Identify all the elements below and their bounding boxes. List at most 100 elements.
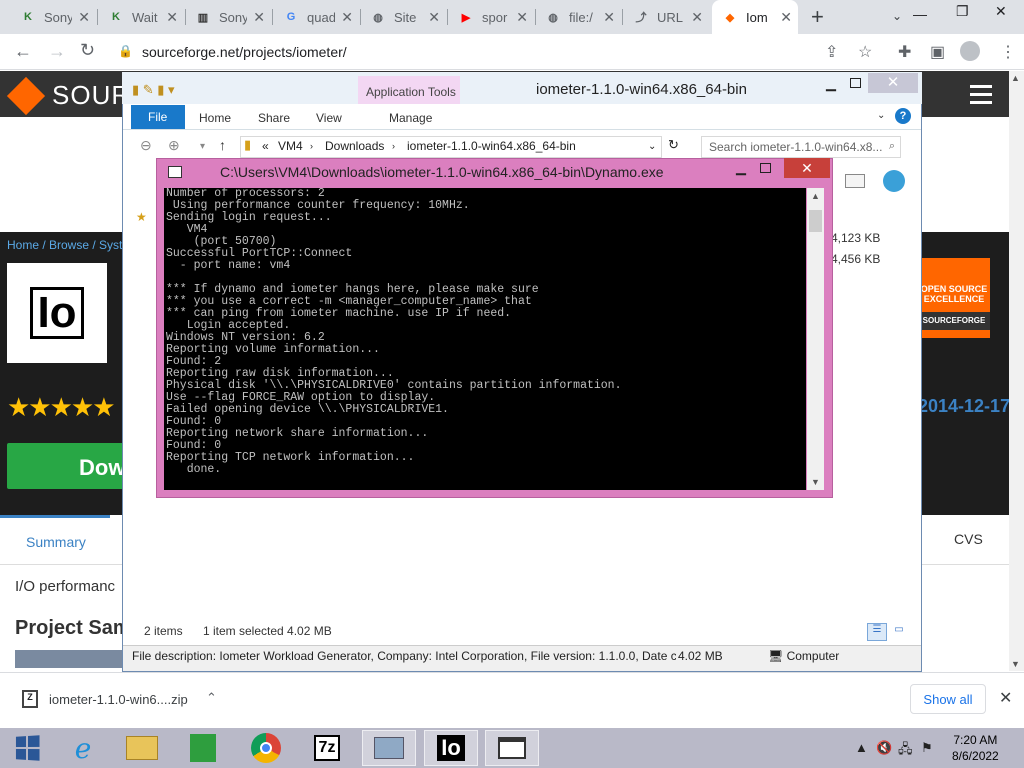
taskbar-console[interactable] — [485, 730, 539, 766]
minimize-icon[interactable]: — — [913, 6, 927, 36]
explorer-search-input[interactable]: Search iometer-1.1.0-win64.x8... ⌕ — [701, 136, 901, 158]
start-button[interactable] — [0, 730, 54, 766]
close-tab-icon[interactable]: ✕ — [691, 9, 703, 26]
globe-icon[interactable] — [883, 170, 905, 192]
browser-tab[interactable]: ◍ file:/ ✕ — [535, 0, 621, 34]
page-scrollbar[interactable]: ▲ ▼ — [1009, 71, 1024, 671]
application-tools-tab[interactable]: Application Tools — [358, 76, 460, 104]
close-tab-icon[interactable]: ✕ — [78, 9, 90, 26]
close-tab-icon[interactable]: ✕ — [166, 9, 178, 26]
console-scroll-down-icon[interactable]: ▼ — [811, 477, 820, 487]
taskbar-iometer[interactable]: Io — [424, 730, 478, 766]
share-icon[interactable]: ⇪ — [825, 42, 838, 62]
browser-tab[interactable]: Gquad ✕ — [273, 0, 359, 34]
ribbon-tab-manage[interactable]: Manage — [389, 111, 432, 125]
crumb-separator-icon[interactable]: › — [392, 141, 395, 151]
explorer-refresh-icon[interactable]: ↻ — [668, 137, 679, 153]
browser-tab[interactable]: ▥ Sony ✕ — [185, 0, 271, 34]
address-crumb-iometer[interactable]: iometer-1.1.0-win64.x86_64-bin — [407, 139, 576, 153]
tab-cvs[interactable]: CVS — [954, 531, 983, 547]
download-file-name[interactable]: iometer-1.1.0-win6....zip — [49, 692, 188, 707]
taskbar-store[interactable] — [176, 730, 230, 766]
browser-tab[interactable]: K Sony ✕ — [10, 0, 96, 34]
details-view-icon[interactable]: ☰ — [867, 623, 887, 641]
ribbon-collapse-icon[interactable]: ⌄ — [877, 110, 885, 121]
close-tab-icon[interactable]: ✕ — [603, 9, 615, 26]
address-dropdown-icon[interactable]: ⌄ — [648, 141, 656, 152]
tab-search-icon[interactable]: ⌄ — [892, 9, 902, 23]
ribbon-tab-view[interactable]: View — [316, 111, 342, 125]
console-scroll-thumb[interactable] — [809, 210, 822, 232]
chrome-menu-icon[interactable]: ⋮ — [1000, 42, 1016, 62]
ribbon-tab-home[interactable]: Home — [199, 111, 231, 125]
browser-tab[interactable]: ◆ Iom ✕ — [712, 0, 798, 34]
crumb-separator-icon[interactable]: › — [310, 141, 313, 151]
close-tab-icon[interactable]: ✕ — [516, 9, 528, 26]
console-scroll-up-icon[interactable]: ▲ — [811, 191, 820, 201]
console-scrollbar[interactable]: ▲ ▼ — [807, 188, 824, 490]
close-tab-icon[interactable]: ✕ — [253, 9, 265, 26]
show-all-button[interactable]: Show all — [910, 684, 986, 714]
profile-avatar[interactable] — [960, 41, 980, 61]
ribbon-tab-share[interactable]: Share — [258, 111, 290, 125]
scroll-down-icon[interactable]: ▼ — [1011, 659, 1020, 669]
new-tab-button[interactable]: + — [811, 4, 824, 30]
action-center-flag-icon[interactable]: ⚑ — [921, 740, 933, 756]
bookmark-star-icon[interactable]: ☆ — [858, 42, 872, 62]
open-source-excellence-badge[interactable]: OPEN SOURCE EXCELLENCE SOURCEFORGE — [918, 258, 990, 338]
explorer-back-icon[interactable]: ⊖ — [140, 137, 152, 154]
scroll-up-icon[interactable]: ▲ — [1011, 73, 1020, 83]
ribbon-tab-file[interactable]: File — [131, 105, 185, 129]
back-icon[interactable]: ← — [14, 41, 32, 62]
volume-muted-icon[interactable]: 🔇 — [876, 740, 892, 756]
address-crumb-vm4[interactable]: VM4 — [278, 139, 303, 153]
address-crumb-downloads[interactable]: Downloads — [325, 139, 384, 153]
browser-tab[interactable]: ◍ Site ✕ — [360, 0, 446, 34]
network-icon[interactable]: 🖧 — [898, 740, 913, 762]
close-window-icon[interactable]: ✕ — [995, 3, 1007, 33]
taskbar-clock[interactable]: 7:20 AM 8/6/2022 — [952, 732, 999, 764]
console-output-area[interactable]: Number of processors: 2 Using performanc… — [164, 188, 806, 490]
restore-icon[interactable]: ❐ — [956, 3, 969, 33]
quick-access-toolbar-icons[interactable]: ▮ ✎ ▮ ▾ — [132, 82, 175, 98]
forward-icon[interactable]: → — [48, 41, 66, 62]
browser-tab[interactable]: K Wait ✕ — [98, 0, 184, 34]
close-tab-icon[interactable]: ✕ — [780, 9, 792, 26]
console-minimize-icon[interactable]: ▁ — [736, 160, 746, 176]
explorer-minimize-icon[interactable]: ▁ — [826, 76, 836, 92]
close-tab-icon[interactable]: ✕ — [341, 9, 353, 26]
browser-tab[interactable]: ⤴ URL ✕ — [623, 0, 709, 34]
taskbar-file-explorer[interactable] — [115, 730, 169, 766]
reload-icon[interactable]: ↻ — [80, 40, 95, 61]
taskbar-internet-explorer[interactable]: e — [56, 730, 110, 766]
recent-locations-icon[interactable]: ▾ — [200, 141, 205, 152]
sample-screenshot-thumb[interactable] — [15, 650, 123, 668]
download-button[interactable]: Dow — [7, 443, 127, 489]
explorer-forward-icon[interactable]: ⊕ — [168, 137, 180, 154]
large-icons-view-icon[interactable]: ▭ — [889, 623, 909, 641]
console-app-icon[interactable] — [168, 166, 182, 178]
hamburger-menu-icon[interactable] — [970, 85, 992, 109]
zip-file-icon[interactable]: Z — [22, 690, 38, 708]
explorer-close-button[interactable]: ✕ — [868, 73, 918, 93]
address-overflow[interactable]: « — [262, 139, 269, 153]
close-tab-icon[interactable]: ✕ — [428, 9, 440, 26]
close-download-shelf-icon[interactable]: ✕ — [999, 688, 1012, 708]
taskbar-chrome[interactable] — [239, 730, 293, 766]
lock-icon[interactable]: 🔒 — [118, 44, 133, 58]
side-panel-icon[interactable]: ▣ — [930, 42, 945, 62]
console-maximize-icon[interactable] — [760, 163, 771, 173]
breadcrumb[interactable]: Home / Browse / Syste — [7, 238, 129, 252]
explorer-maximize-icon[interactable] — [850, 78, 861, 88]
extensions-icon[interactable]: ✚ — [898, 42, 911, 62]
taskbar-7zip[interactable]: 7z — [300, 730, 354, 766]
up-folder-icon[interactable]: ↑ — [219, 137, 226, 153]
download-options-chevron-icon[interactable]: ⌃ — [206, 690, 217, 706]
show-hidden-icons[interactable]: ▲ — [855, 740, 868, 755]
url-text[interactable]: sourceforge.net/projects/iometer/ — [142, 44, 347, 60]
taskbar-performance-monitor[interactable] — [362, 730, 416, 766]
help-icon[interactable]: ? — [895, 108, 911, 124]
tab-summary[interactable]: Summary — [0, 515, 110, 565]
console-close-button[interactable]: ✕ — [784, 158, 830, 178]
browser-tab[interactable]: ▶ spor ✕ — [448, 0, 534, 34]
